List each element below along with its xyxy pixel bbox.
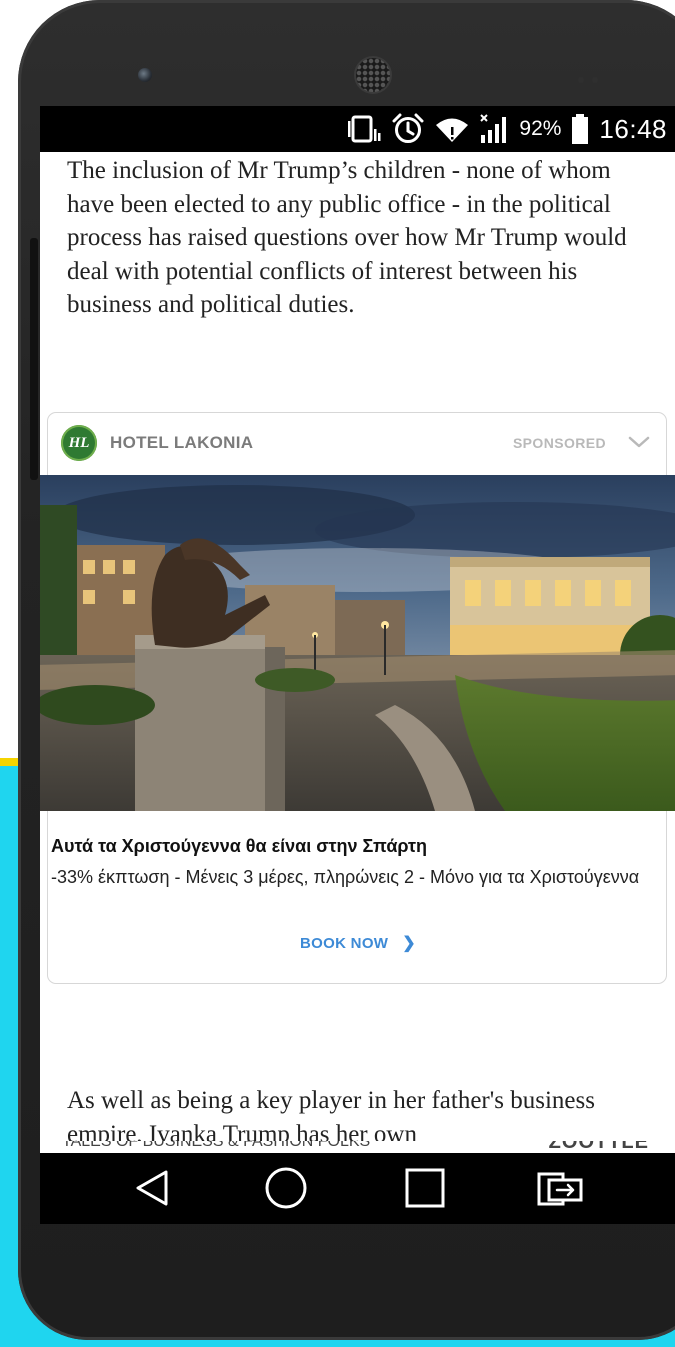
book-now-label: BOOK NOW	[300, 935, 389, 952]
rotate-screen-icon	[537, 1172, 583, 1206]
sponsored-label: SPONSORED	[512, 435, 606, 451]
vibrate-icon	[348, 115, 381, 143]
sponsored-ad-card[interactable]: HL HOTEL LAKONIA SPONSORED Αυτά τα Χριστ…	[40, 412, 675, 984]
watermark-caption: TALES OF BUSINESS & FASHION FOLKS	[62, 1141, 371, 1150]
ad-title[interactable]: Αυτά τα Χριστούγεννα θα είναι στην Σπάρτ…	[48, 836, 668, 857]
article-content[interactable]: The inclusion of Mr Trump’s children - n…	[40, 152, 675, 1141]
recent-apps-button[interactable]	[395, 1163, 455, 1213]
phone-screen: 92% 16:48 The inclusion of Mr Trump’s ch…	[40, 106, 675, 1224]
front-camera	[138, 68, 152, 82]
earpiece-speaker	[356, 58, 390, 92]
rotate-screen-button[interactable]	[530, 1163, 590, 1213]
recent-apps-icon	[405, 1168, 445, 1208]
volume-button	[30, 238, 38, 480]
wifi-icon	[436, 118, 469, 142]
ad-brand-name: HOTEL LAKONIA	[110, 433, 254, 452]
battery-percent: 92%	[519, 117, 562, 140]
proximity-sensors	[578, 70, 618, 83]
ad-header: HL HOTEL LAKONIA SPONSORED	[48, 413, 666, 475]
back-icon	[136, 1170, 168, 1206]
signal-icon	[480, 114, 507, 143]
article-paragraph: The inclusion of Mr Trump’s children - n…	[67, 157, 627, 318]
video-watermark: TALES OF BUSINESS & FASHION FOLKS ZOOTTL…	[40, 1141, 675, 1153]
sparta-square-photo	[40, 475, 675, 811]
status-icons: 92% 16:48	[347, 106, 667, 152]
home-icon	[265, 1167, 307, 1209]
ad-hero-image[interactable]	[40, 475, 675, 811]
article-paragraph: As well as being a key player in her fat…	[67, 1087, 595, 1141]
alarm-icon	[392, 113, 424, 143]
book-now-button[interactable]: BOOK NOW ❯	[48, 933, 668, 953]
hotel-logo-icon: HL	[61, 425, 97, 461]
chevron-right-icon: ❯	[402, 935, 416, 952]
watermark-logo: ZOOTTLE	[548, 1141, 649, 1153]
home-button[interactable]	[256, 1163, 316, 1213]
clock: 16:48	[599, 113, 667, 144]
back-button[interactable]	[122, 1163, 182, 1213]
battery-icon	[572, 114, 589, 144]
navigation-bar	[40, 1153, 675, 1224]
chevron-down-icon[interactable]	[626, 431, 652, 453]
status-bar: 92% 16:48	[40, 106, 675, 152]
ad-description: -33% έκπτωση - Μένεις 3 μέρες, πληρώνεις…	[51, 867, 640, 887]
